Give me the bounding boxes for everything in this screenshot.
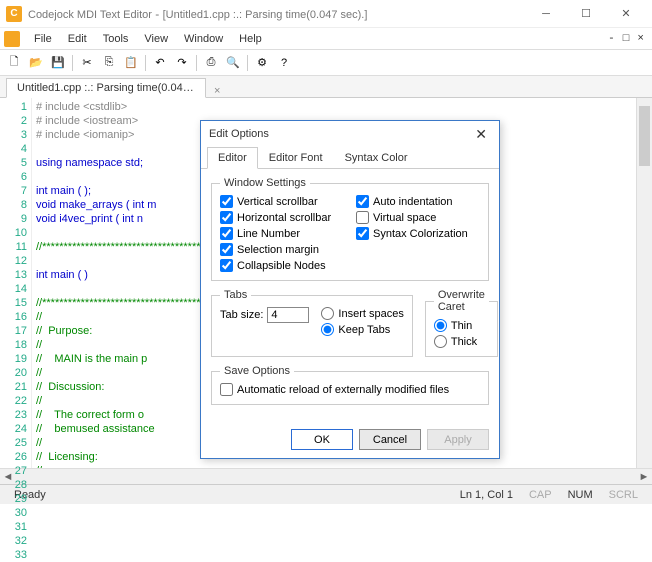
tab-close-icon[interactable]: × (210, 85, 224, 97)
rad-insertspaces[interactable] (321, 307, 334, 320)
opt-hscroll[interactable]: Horizontal scrollbar (220, 211, 344, 224)
status-scrl: SCRL (601, 489, 646, 501)
legend-window: Window Settings (220, 177, 310, 189)
line-gutter: 1234567891011121314151617181920212223242… (0, 98, 32, 468)
mdi-restore[interactable]: □ (619, 33, 634, 45)
opt-autoreload[interactable]: Automatic reload of externally modified … (220, 383, 480, 396)
menu-view[interactable]: View (136, 31, 176, 47)
dialog-buttons: OK Cancel Apply (201, 421, 499, 458)
menu-window[interactable]: Window (176, 31, 231, 47)
opt-vscroll[interactable]: Vertical scrollbar (220, 195, 344, 208)
chk-autoreload[interactable] (220, 383, 233, 396)
opt-thick[interactable]: Thick (434, 335, 489, 348)
rad-thin[interactable] (434, 319, 447, 332)
new-icon[interactable]: 🗋 (4, 53, 24, 73)
edit-options-dialog: Edit Options ✕ Editor Editor Font Syntax… (200, 120, 500, 459)
group-tabs: Tabs Tab size: Insert spaces Keep Tabs (211, 289, 413, 357)
mdi-minimize[interactable]: - (604, 33, 619, 45)
tabsize-row: Tab size: (220, 307, 309, 323)
chk-collapse[interactable] (220, 259, 233, 272)
cancel-button[interactable]: Cancel (359, 429, 421, 450)
opt-keeptabs[interactable]: Keep Tabs (321, 323, 403, 336)
chk-vscroll[interactable] (220, 195, 233, 208)
cut-icon[interactable]: ✂ (77, 53, 97, 73)
opt-thin[interactable]: Thin (434, 319, 489, 332)
chk-virtual[interactable] (356, 211, 369, 224)
app-name: Codejock MDI Text Editor (28, 9, 152, 21)
opt-insertspaces[interactable]: Insert spaces (321, 307, 403, 320)
close-button[interactable]: ✕ (606, 2, 646, 26)
scroll-thumb[interactable] (639, 106, 650, 166)
ok-button[interactable]: OK (291, 429, 353, 450)
menubar: File Edit Tools View Window Help - □ × (0, 28, 652, 50)
save-icon[interactable]: 💾 (48, 53, 68, 73)
doc-name: [Untitled1.cpp :.: Parsing time(0.047 se… (163, 9, 368, 21)
tab-untitled1[interactable]: Untitled1.cpp :.: Parsing time(0.047 s..… (6, 78, 206, 98)
statusbar: Ready Ln 1, Col 1 CAP NUM SCRL (0, 484, 652, 504)
dialog-close-icon[interactable]: ✕ (471, 126, 491, 143)
legend-tabs: Tabs (220, 289, 251, 301)
dialog-tabs: Editor Editor Font Syntax Color (201, 147, 499, 169)
document-tabs: Untitled1.cpp :.: Parsing time(0.047 s..… (0, 76, 652, 98)
horizontal-scrollbar[interactable]: ◄ ► (0, 468, 652, 484)
tab-editor-font[interactable]: Editor Font (258, 147, 334, 169)
legend-overwrite: Overwrite Caret (434, 289, 489, 313)
minimize-button[interactable]: ─ (526, 2, 566, 26)
help-icon[interactable]: ? (274, 53, 294, 73)
group-overwrite-caret: Overwrite Caret Thin Thick (425, 289, 498, 357)
chk-syntax[interactable] (356, 227, 369, 240)
mdi-close[interactable]: × (633, 33, 648, 45)
chk-selmargin[interactable] (220, 243, 233, 256)
chk-hscroll[interactable] (220, 211, 233, 224)
toolbar: 🗋 📂 💾 ✂ ⎘ 📋 ↶ ↷ ⎙ 🔍 ⚙ ? (0, 50, 652, 76)
open-icon[interactable]: 📂 (26, 53, 46, 73)
menu-help[interactable]: Help (231, 31, 270, 47)
status-position: Ln 1, Col 1 (452, 489, 521, 501)
maximize-button[interactable]: ☐ (566, 2, 606, 26)
scroll-right-icon[interactable]: ► (636, 469, 652, 484)
redo-icon[interactable]: ↷ (172, 53, 192, 73)
tab-editor[interactable]: Editor (207, 147, 258, 169)
dialog-title: Edit Options (209, 128, 269, 140)
opt-syntax[interactable]: Syntax Colorization (356, 227, 480, 240)
menu-icon (4, 31, 20, 47)
chk-autoindent[interactable] (356, 195, 369, 208)
status-cap: CAP (521, 489, 560, 501)
print-icon[interactable]: ⎙ (201, 53, 221, 73)
group-save-options: Save Options Automatic reload of externa… (211, 365, 489, 405)
options-icon[interactable]: ⚙ (252, 53, 272, 73)
status-num: NUM (560, 489, 601, 501)
copy-icon[interactable]: ⎘ (99, 53, 119, 73)
menu-edit[interactable]: Edit (60, 31, 95, 47)
menu-file[interactable]: File (26, 31, 60, 47)
opt-collapse[interactable]: Collapsible Nodes (220, 259, 344, 272)
chk-linenum[interactable] (220, 227, 233, 240)
apply-button[interactable]: Apply (427, 429, 489, 450)
paste-icon[interactable]: 📋 (121, 53, 141, 73)
group-window-settings: Window Settings Vertical scrollbar Horiz… (211, 177, 489, 281)
vertical-scrollbar[interactable] (636, 98, 652, 468)
undo-icon[interactable]: ↶ (150, 53, 170, 73)
opt-virtual[interactable]: Virtual space (356, 211, 480, 224)
opt-linenum[interactable]: Line Number (220, 227, 344, 240)
rad-keeptabs[interactable] (321, 323, 334, 336)
find-icon[interactable]: 🔍 (223, 53, 243, 73)
tab-syntax-color[interactable]: Syntax Color (334, 147, 419, 169)
opt-autoindent[interactable]: Auto indentation (356, 195, 480, 208)
window-title: Codejock MDI Text Editor - [Untitled1.cp… (28, 7, 526, 21)
tabsize-label: Tab size: (220, 309, 263, 321)
opt-selmargin[interactable]: Selection margin (220, 243, 344, 256)
rad-thick[interactable] (434, 335, 447, 348)
mdi-controls: - □ × (604, 33, 648, 45)
app-icon: C (6, 6, 22, 22)
legend-save: Save Options (220, 365, 294, 377)
tabsize-input[interactable] (267, 307, 309, 323)
titlebar: C Codejock MDI Text Editor - [Untitled1.… (0, 0, 652, 28)
dialog-titlebar[interactable]: Edit Options ✕ (201, 121, 499, 147)
menu-tools[interactable]: Tools (95, 31, 137, 47)
